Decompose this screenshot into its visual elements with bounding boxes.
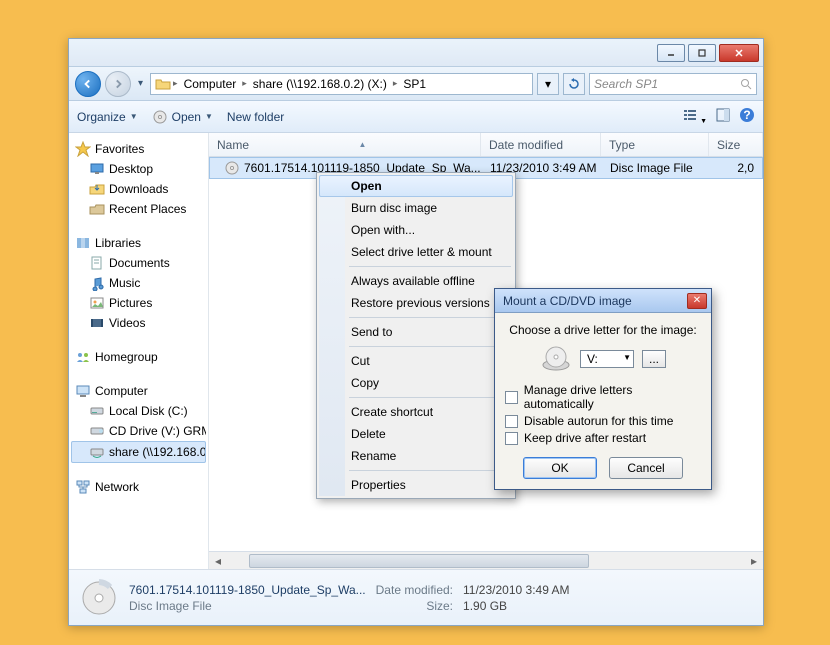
dialog-close-button[interactable]: ✕ [687, 293, 707, 309]
nav-desktop[interactable]: Desktop [71, 159, 206, 179]
forward-button[interactable] [105, 71, 131, 97]
checkbox-icon [505, 415, 518, 428]
nav-favorites[interactable]: Favorites [71, 139, 206, 159]
col-date[interactable]: Date modified [481, 133, 601, 156]
sort-indicator-icon: ▲ [359, 140, 367, 149]
ctx-openwith[interactable]: Open with... [319, 219, 513, 241]
details-filename: 7601.17514.101119-1850_Update_Sp_Wa... [129, 583, 366, 597]
details-type: Disc Image File [129, 599, 366, 613]
address-dropdown[interactable]: ▾ [537, 73, 559, 95]
search-placeholder: Search SP1 [594, 77, 658, 91]
ctx-shortcut[interactable]: Create shortcut [319, 401, 513, 423]
ctx-open[interactable]: Open [319, 175, 513, 197]
scroll-thumb[interactable] [249, 554, 589, 568]
checkbox-icon [505, 391, 518, 404]
scroll-left-icon[interactable]: ◂ [209, 552, 227, 569]
search-box[interactable]: Search SP1 [589, 73, 757, 95]
history-dropdown[interactable]: ▾ [135, 78, 146, 89]
navigation-pane: Favorites Desktop Downloads Recent Place… [69, 133, 209, 569]
chk-keep-restart[interactable]: Keep drive after restart [505, 431, 701, 445]
back-button[interactable] [75, 71, 101, 97]
disc-icon [152, 109, 168, 125]
details-date-label: Date modified: [376, 583, 453, 597]
ctx-cut[interactable]: Cut [319, 350, 513, 372]
organize-menu[interactable]: Organize▼ [77, 110, 138, 124]
nav-share-x[interactable]: share (\\192.168.0.2) [71, 441, 206, 463]
cancel-button[interactable]: Cancel [609, 457, 683, 479]
refresh-button[interactable] [563, 73, 585, 95]
ctx-offline[interactable]: Always available offline [319, 270, 513, 292]
open-menu[interactable]: Open▼ [152, 109, 213, 125]
ctx-select-mount[interactable]: Select drive letter & mount [319, 241, 513, 263]
dialog-titlebar: Mount a CD/DVD image ✕ [495, 289, 711, 313]
details-pane: 7601.17514.101119-1850_Update_Sp_Wa... D… [69, 569, 763, 625]
new-folder-button[interactable]: New folder [227, 110, 284, 124]
close-button[interactable] [719, 44, 759, 62]
file-size: 2,0 [710, 161, 762, 175]
col-size[interactable]: Size [709, 133, 763, 156]
ok-button[interactable]: OK [523, 457, 597, 479]
nav-documents[interactable]: Documents [71, 253, 206, 273]
crumb-share[interactable]: share (\\192.168.0.2) (X:) [249, 77, 391, 91]
details-size-label: Size: [376, 599, 453, 613]
details-thumbnail-icon [79, 578, 119, 618]
ctx-copy[interactable]: Copy [319, 372, 513, 394]
view-options[interactable]: ▼ [682, 107, 707, 126]
nav-network[interactable]: Network [71, 477, 206, 497]
nav-downloads[interactable]: Downloads [71, 179, 206, 199]
file-type: Disc Image File [602, 161, 710, 175]
nav-music[interactable]: Music [71, 273, 206, 293]
crumb-sp1[interactable]: SP1 [399, 77, 430, 91]
nav-cd-drive-v[interactable]: CD Drive (V:) GRMSP [71, 421, 206, 441]
chk-manage-auto[interactable]: Manage drive letters automatically [505, 383, 701, 411]
svg-text:?: ? [743, 108, 750, 122]
scroll-right-icon[interactable]: ▸ [745, 552, 763, 569]
help-button[interactable]: ? [739, 107, 755, 126]
iso-file-icon [224, 160, 240, 176]
maximize-button[interactable] [688, 44, 716, 62]
mount-dialog: Mount a CD/DVD image ✕ Choose a drive le… [494, 288, 712, 490]
dialog-title: Mount a CD/DVD image [503, 294, 632, 308]
col-name[interactable]: Name▲ [209, 133, 481, 156]
details-date-value: 11/23/2010 3:49 AM [463, 583, 570, 597]
toolbar: Organize▼ Open▼ New folder ▼ ? [69, 101, 763, 133]
search-icon [740, 78, 752, 90]
titlebar [69, 39, 763, 67]
minimize-button[interactable] [657, 44, 685, 62]
col-type[interactable]: Type [601, 133, 709, 156]
chk-disable-autorun[interactable]: Disable autorun for this time [505, 414, 701, 428]
nav-computer[interactable]: Computer [71, 381, 206, 401]
ctx-sendto[interactable]: Send to▶ [319, 321, 513, 343]
ctx-properties[interactable]: Properties [319, 474, 513, 496]
nav-pictures[interactable]: Pictures [71, 293, 206, 313]
nav-recent[interactable]: Recent Places [71, 199, 206, 219]
ctx-rename[interactable]: Rename [319, 445, 513, 467]
dialog-prompt: Choose a drive letter for the image: [505, 323, 701, 337]
cd-drive-icon [540, 343, 572, 375]
browse-button[interactable]: ... [642, 350, 666, 368]
preview-pane-button[interactable] [715, 107, 731, 126]
horizontal-scrollbar[interactable]: ◂ ▸ [209, 551, 763, 569]
context-menu: Open Burn disc image Open with... Select… [316, 172, 516, 499]
folder-icon [155, 76, 171, 92]
nav-libraries[interactable]: Libraries [71, 233, 206, 253]
checkbox-icon [505, 432, 518, 445]
details-size-value: 1.90 GB [463, 599, 570, 613]
ctx-delete[interactable]: Delete [319, 423, 513, 445]
nav-homegroup[interactable]: Homegroup [71, 347, 206, 367]
crumb-computer[interactable]: Computer [180, 77, 241, 91]
address-bar[interactable]: ▸ Computer ▸ share (\\192.168.0.2) (X:) … [150, 73, 533, 95]
column-headers: Name▲ Date modified Type Size [209, 133, 763, 157]
ctx-burn[interactable]: Burn disc image [319, 197, 513, 219]
nav-videos[interactable]: Videos [71, 313, 206, 333]
navbar: ▾ ▸ Computer ▸ share (\\192.168.0.2) (X:… [69, 67, 763, 101]
ctx-restore[interactable]: Restore previous versions [319, 292, 513, 314]
nav-local-disk-c[interactable]: Local Disk (C:) [71, 401, 206, 421]
drive-letter-select[interactable]: V: [580, 350, 634, 368]
